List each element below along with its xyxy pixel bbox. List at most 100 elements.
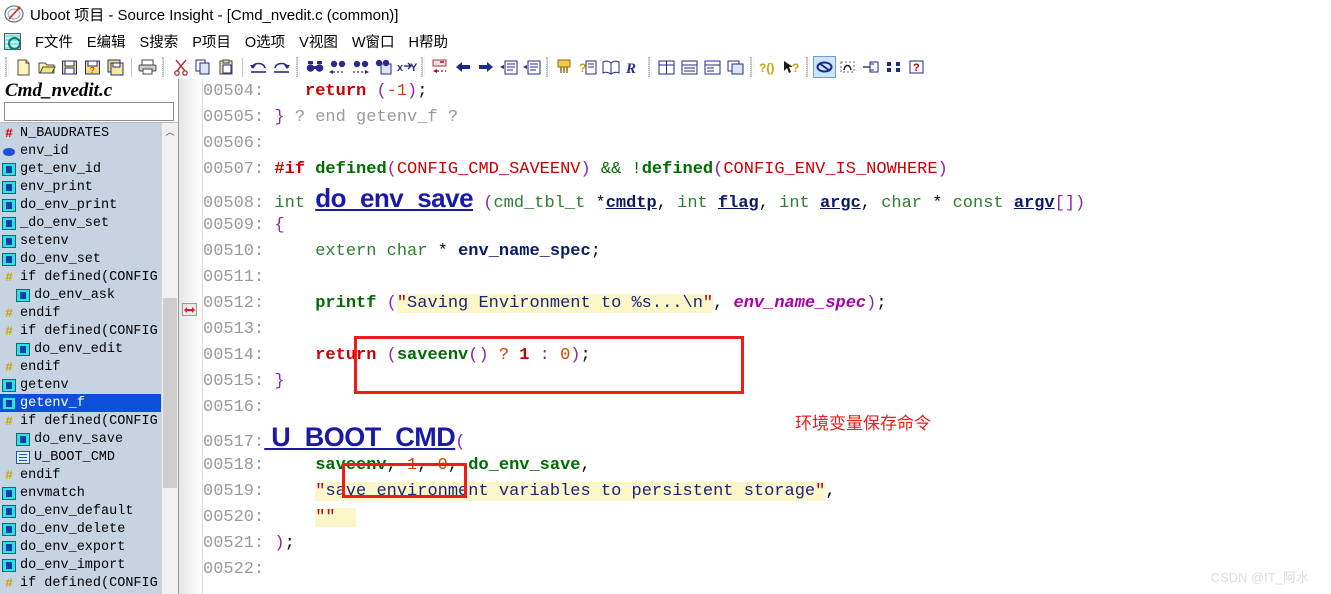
back-arrow-icon[interactable]	[451, 56, 474, 78]
smart-rename-icon[interactable]: ?	[780, 56, 803, 78]
tree-item-u-boot-cmd[interactable]: U_BOOT_CMD	[0, 448, 161, 466]
tree-item-if-defined-2[interactable]: # if defined(CONFIG	[0, 322, 161, 340]
system-menu-icon[interactable]	[4, 33, 21, 50]
symbol-tree-scrollbar[interactable]: ︿	[161, 123, 178, 594]
tree-item-getenv[interactable]: getenv	[0, 376, 161, 394]
tree-item-do-env-set-static[interactable]: _do_env_set	[0, 214, 161, 232]
toolbar-grip-6[interactable]	[648, 57, 652, 77]
code-line-508[interactable]: 00508: int do_env_save (cmd_tbl_t *cmdtp…	[203, 183, 1331, 213]
context-help-icon[interactable]: ?	[576, 56, 599, 78]
save-file-icon[interactable]	[58, 56, 81, 78]
project-window-icon[interactable]	[882, 56, 905, 78]
tree-item-endif-1[interactable]: # endif	[0, 304, 161, 322]
search-backward-icon[interactable]	[326, 56, 349, 78]
code-line-509[interactable]: 00509: {	[203, 213, 1331, 239]
tree-item-envmatch[interactable]: envmatch	[0, 484, 161, 502]
scroll-up-icon[interactable]: ︿	[162, 123, 178, 139]
tree-item-do-env-ask[interactable]: do_env_ask	[0, 286, 161, 304]
tree-item-get-env-id[interactable]: get_env_id	[0, 160, 161, 178]
tree-item-do-env-edit[interactable]: do_env_edit	[0, 340, 161, 358]
jump-to-caller-icon[interactable]	[520, 56, 543, 78]
scrollbar-thumb[interactable]	[163, 298, 177, 489]
code-line-519[interactable]: 00519: "save environment variables to pe…	[203, 479, 1331, 505]
code-editor[interactable]: 00504: return (-1); 00505: } ? end geten…	[179, 79, 1331, 594]
code-line-514[interactable]: 00514: return (saveenv() ? 1 : 0);	[203, 343, 1331, 369]
menu-file[interactable]: F文件	[28, 30, 80, 54]
code-line-516[interactable]: 00516:	[203, 395, 1331, 421]
code-line-511[interactable]: 00511:	[203, 265, 1331, 291]
tile-horizontal-icon[interactable]	[678, 56, 701, 78]
toolbar-grip-5[interactable]	[546, 57, 550, 77]
code-line-518[interactable]: 00518: saveenv, 1, 0, do_env_save,	[203, 453, 1331, 479]
symbol-search-box[interactable]	[4, 102, 174, 122]
tree-item-if-defined-1[interactable]: # if defined(CONFIG	[0, 268, 161, 286]
code-line-505[interactable]: 00505: } ? end getenv_f ?	[203, 105, 1331, 131]
undo-icon[interactable]	[247, 56, 270, 78]
tree-item-do-env-save[interactable]: do_env_save	[0, 430, 161, 448]
syntax-formatting-icon[interactable]: ?()	[757, 56, 780, 78]
code-text[interactable]: 00504: return (-1); 00505: } ? end geten…	[203, 79, 1331, 594]
cut-icon[interactable]	[169, 56, 192, 78]
forward-arrow-icon[interactable]	[474, 56, 497, 78]
print-icon[interactable]	[136, 56, 159, 78]
tree-item-if-defined-3[interactable]: # if defined(CONFIG	[0, 412, 161, 430]
replace-icon[interactable]: xY	[395, 56, 418, 78]
toolbar-grip-7[interactable]	[750, 57, 754, 77]
save-all-icon[interactable]	[104, 56, 127, 78]
open-file-icon[interactable]	[35, 56, 58, 78]
tree-item-n-baudrates[interactable]: # N_BAUDRATES	[0, 124, 161, 142]
relation-window-icon[interactable]	[836, 56, 859, 78]
menu-search[interactable]: S搜索	[133, 30, 186, 54]
browse-symbols-icon[interactable]	[599, 56, 622, 78]
search-icon[interactable]	[303, 56, 326, 78]
menu-project[interactable]: P项目	[185, 30, 238, 54]
tree-item-if-defined-4[interactable]: # if defined(CONFIG	[0, 574, 161, 592]
code-line-513[interactable]: 00513:	[203, 317, 1331, 343]
search-files-icon[interactable]	[372, 56, 395, 78]
jump-back-icon[interactable]	[428, 56, 451, 78]
menu-edit[interactable]: E编辑	[80, 30, 133, 54]
symbol-window-icon[interactable]	[813, 56, 836, 78]
redo-icon[interactable]	[270, 56, 293, 78]
cascade-windows-icon[interactable]	[724, 56, 747, 78]
code-line-510[interactable]: 00510: extern char * env_name_spec;	[203, 239, 1331, 265]
tree-item-endif-3[interactable]: # endif	[0, 466, 161, 484]
tree-item-do-env-default[interactable]: do_env_default	[0, 502, 161, 520]
toolbar-grip-1[interactable]	[5, 57, 9, 77]
function-name-do-env-save[interactable]: do_env_save	[315, 183, 473, 213]
split-window-icon[interactable]	[701, 56, 724, 78]
tree-item-setenv[interactable]: setenv	[0, 232, 161, 250]
save-as-icon[interactable]: ?	[81, 56, 104, 78]
tree-item-do-env-export[interactable]: do_env_export	[0, 538, 161, 556]
code-line-520[interactable]: 00520: ""	[203, 505, 1331, 531]
new-file-icon[interactable]	[12, 56, 35, 78]
tree-item-env-id[interactable]: env_id	[0, 142, 161, 160]
menu-options[interactable]: O选项	[238, 30, 292, 54]
paste-icon[interactable]	[215, 56, 238, 78]
search-forward-icon[interactable]	[349, 56, 372, 78]
help-icon[interactable]: ?	[905, 56, 928, 78]
code-line-522[interactable]: 00522:	[203, 557, 1331, 583]
code-line-517[interactable]: 00517: U_BOOT_CMD(	[203, 421, 1331, 453]
bookmark-marker-icon[interactable]	[182, 303, 197, 316]
tree-item-do-env-print[interactable]: do_env_print	[0, 196, 161, 214]
menu-view[interactable]: V视图	[292, 30, 345, 54]
tree-item-do-env-set[interactable]: do_env_set	[0, 250, 161, 268]
copy-icon[interactable]	[192, 56, 215, 78]
reference-icon[interactable]: R	[622, 56, 645, 78]
code-line-515[interactable]: 00515: }	[203, 369, 1331, 395]
tree-item-do-env-import[interactable]: do_env_import	[0, 556, 161, 574]
code-line-506[interactable]: 00506:	[203, 131, 1331, 157]
tree-item-do-env-delete[interactable]: do_env_delete	[0, 520, 161, 538]
menu-help[interactable]: H帮助	[402, 30, 455, 54]
toolbar-grip-3[interactable]	[296, 57, 300, 77]
tile-windows-icon[interactable]	[655, 56, 678, 78]
menu-window[interactable]: W窗口	[345, 30, 402, 54]
tree-item-env-print[interactable]: env_print	[0, 178, 161, 196]
code-line-504[interactable]: 00504: return (-1);	[203, 79, 1331, 105]
tree-item-endif-2[interactable]: # endif	[0, 358, 161, 376]
code-line-512[interactable]: 00512: printf ("Saving Environment to %s…	[203, 291, 1331, 317]
toolbar-grip-2[interactable]	[162, 57, 166, 77]
highlight-word-icon[interactable]	[553, 56, 576, 78]
code-line-507[interactable]: 00507: #if defined(CONFIG_CMD_SAVEENV) &…	[203, 157, 1331, 183]
